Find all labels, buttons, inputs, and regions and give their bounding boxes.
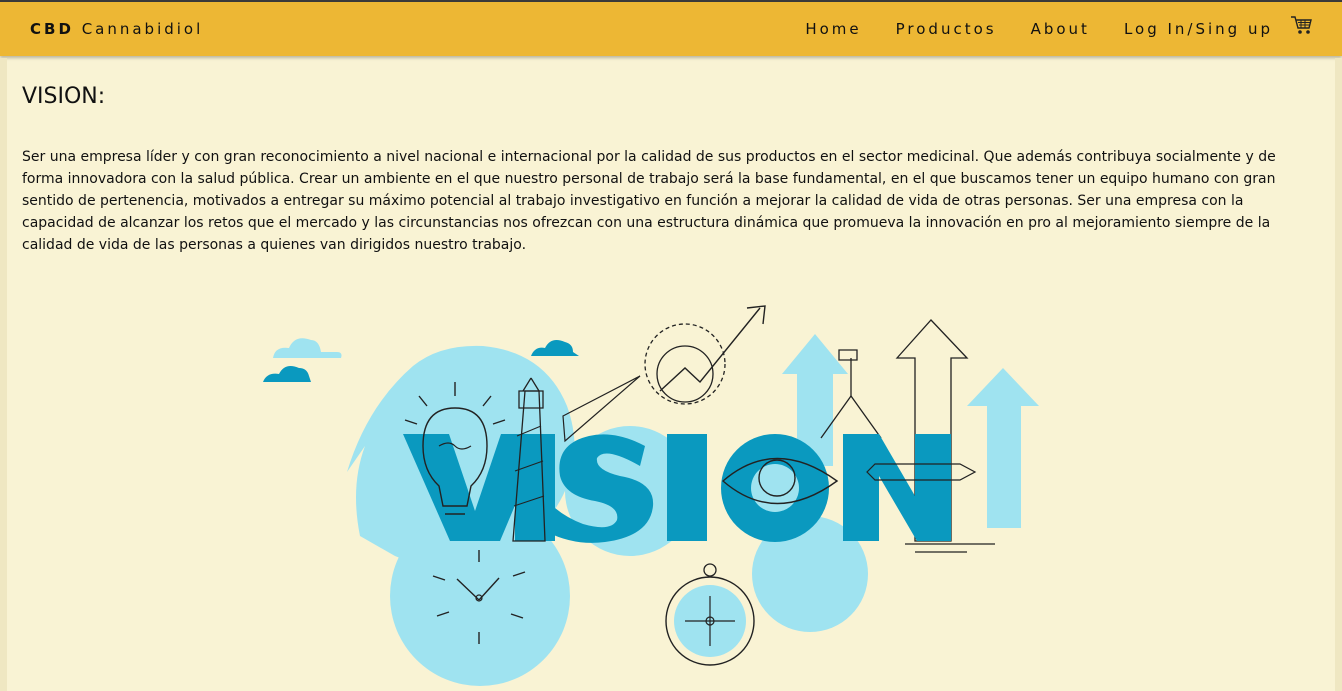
navbar: CBD Cannabidiol Home Productos About Log… — [0, 2, 1342, 56]
vision-illustration — [263, 305, 1039, 686]
up-arrow-icon — [967, 368, 1039, 528]
nav-link-login[interactable]: Log In/Sing up — [1124, 2, 1273, 56]
shopping-cart-icon[interactable] — [1290, 14, 1314, 36]
growth-arrow-icon — [659, 307, 761, 392]
nav-link-productos[interactable]: Productos — [896, 2, 997, 56]
nav-links: Home Productos About Log In/Sing up — [771, 2, 1273, 56]
page-title: VISION: — [22, 84, 106, 109]
brand-bold: CBD — [30, 20, 74, 38]
brand-logo[interactable]: CBD Cannabidiol — [30, 2, 203, 56]
vision-paragraph: Ser una empresa líder y con gran reconoc… — [22, 149, 1276, 253]
compass-icon — [665, 563, 755, 666]
right-sidebar-strip — [1335, 58, 1342, 691]
left-sidebar-strip — [0, 58, 7, 691]
brand-name: Cannabidiol — [81, 20, 204, 38]
target-icon — [644, 323, 726, 405]
nav-link-about[interactable]: About — [1031, 2, 1090, 56]
nav-link-home[interactable]: Home — [805, 2, 861, 56]
